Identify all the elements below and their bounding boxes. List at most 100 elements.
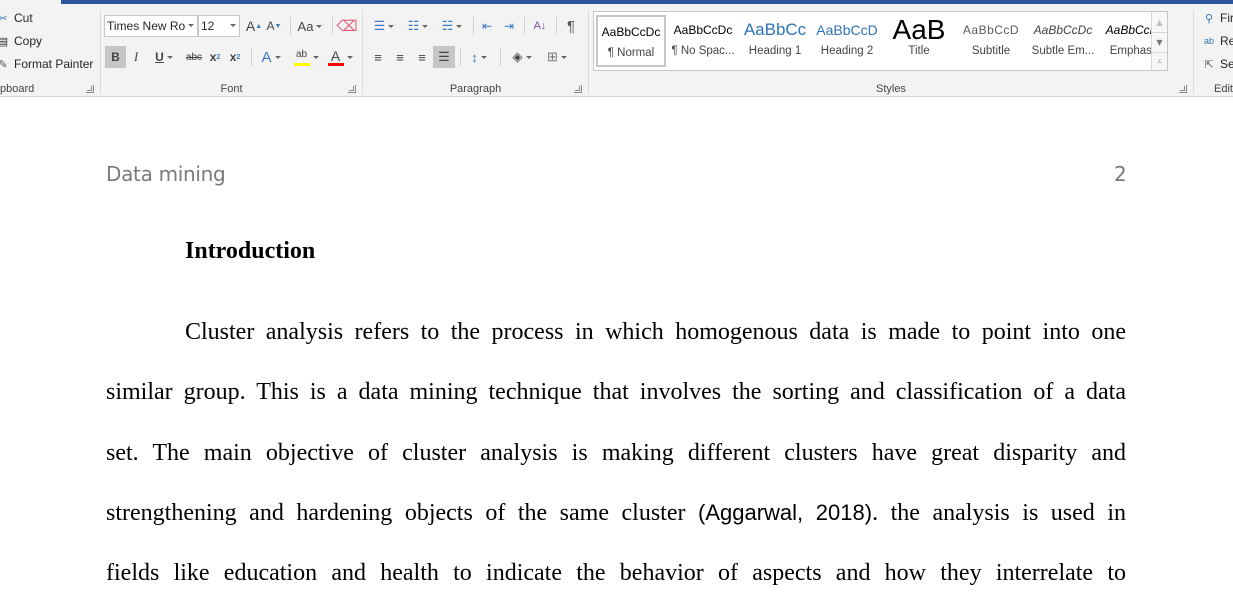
format-painter-button[interactable]: ✎ Format Painter (0, 57, 93, 71)
styles-launcher-icon[interactable] (1179, 85, 1187, 93)
decrease-indent-icon: ⇤ (481, 19, 493, 33)
italic-button[interactable]: I (128, 46, 144, 68)
copy-label: Copy (14, 34, 43, 48)
chevron-down-icon (274, 55, 281, 59)
find-button[interactable]: ⚲ Fir (1202, 11, 1233, 25)
select-label: Se (1220, 57, 1233, 71)
multilevel-list-button[interactable]: ☵ (437, 15, 467, 37)
underline-icon: U (155, 50, 164, 64)
body-text-line: fields like education and health to indi… (106, 560, 1126, 586)
chevron-down-icon (388, 24, 395, 28)
text-effects-icon: A (261, 48, 272, 66)
bold-button[interactable]: B (105, 46, 126, 68)
body-text-line-with-citation: strengthening and hardening objects of t… (106, 498, 1126, 528)
cut-button[interactable]: ✂ Cut (0, 11, 33, 25)
page-number: 2 (1114, 162, 1127, 186)
subscript-icon: x (209, 50, 217, 64)
replace-label: Re (1220, 34, 1233, 48)
chevron-down-icon (422, 24, 429, 28)
borders-button[interactable]: ⊞ (541, 46, 573, 68)
separator (556, 17, 557, 35)
body-text-line: similar group. This is a data mining tec… (106, 379, 1126, 405)
font-name-value: Times New Ro (107, 19, 186, 33)
text-effects-button[interactable]: A (257, 46, 285, 68)
line-spacing-button[interactable]: ↕ (464, 46, 494, 68)
align-center-button[interactable]: ≡ (390, 46, 410, 68)
scissors-icon: ✂ (0, 12, 8, 25)
chevron-down-icon (312, 55, 319, 59)
bullets-button[interactable]: ☰ (369, 15, 399, 37)
change-case-button[interactable]: Aa (294, 15, 326, 37)
increase-indent-icon: ⇥ (503, 19, 515, 33)
pilcrow-icon: ¶ (566, 17, 576, 35)
paragraph-launcher-icon[interactable] (574, 85, 582, 93)
highlight-button[interactable]: ab (290, 46, 322, 68)
editing-group: ⚲ Fir ab Re ⇱ Se Edit (1194, 4, 1233, 97)
body-text-line: Cluster analysis refers to the process i… (185, 319, 1126, 345)
highlighter-icon: ab (293, 49, 310, 66)
select-button[interactable]: ⇱ Se (1202, 57, 1233, 71)
justify-button[interactable]: ☰ (433, 46, 455, 68)
line-spacing-icon: ↕ (471, 49, 478, 65)
font-size-value: 12 (201, 19, 215, 33)
chevron-down-icon (346, 55, 353, 59)
align-left-button[interactable]: ≡ (368, 46, 388, 68)
copy-button[interactable]: ▤ Copy (0, 34, 42, 48)
chevron-down-icon (456, 24, 463, 28)
shrink-font-button[interactable]: A ▼ (264, 15, 284, 37)
font-color-button[interactable]: A (325, 46, 355, 68)
increase-indent-button[interactable]: ⇥ (499, 15, 519, 37)
font-group: Times New Ro 12 A ▲ A ▼ Aa ⌫ B I U abc x… (101, 4, 362, 97)
clipboard-launcher-icon[interactable] (86, 85, 94, 93)
subscript-button[interactable]: x2 (206, 46, 224, 68)
search-icon: ⚲ (1204, 12, 1214, 25)
font-launcher-icon[interactable] (348, 85, 356, 93)
sort-az-icon: A↓ (533, 20, 547, 32)
shading-button[interactable]: ◈ (506, 46, 538, 68)
separator (332, 17, 333, 35)
numbering-button[interactable]: ☷ (403, 15, 433, 37)
find-label: Fir (1220, 11, 1233, 25)
align-right-button[interactable]: ≡ (412, 46, 432, 68)
chevron-down-icon (188, 24, 194, 27)
font-group-label: Font (220, 83, 243, 95)
superscript-button[interactable]: x2 (226, 46, 244, 68)
chevron-down-icon (480, 55, 487, 59)
justify-icon: ☰ (438, 49, 450, 64)
chevron-down-icon (525, 55, 532, 59)
chevron-down-icon (166, 55, 173, 59)
separator (460, 48, 461, 66)
align-right-icon: ≡ (418, 49, 426, 65)
clear-formatting-button[interactable]: ⌫ (336, 15, 357, 37)
decrease-indent-button[interactable]: ⇤ (477, 15, 497, 37)
document-page[interactable]: Data mining 2 Introduction Cluster analy… (0, 98, 1233, 597)
copy-icon: ▤ (0, 35, 9, 48)
align-left-icon: ≡ (374, 49, 382, 65)
separator (290, 17, 291, 35)
font-name-select[interactable]: Times New Ro (104, 15, 198, 37)
font-size-select[interactable]: 12 (198, 15, 240, 37)
cut-label: Cut (14, 11, 33, 25)
numbered-list-icon: ☷ (407, 18, 420, 33)
separator (524, 17, 525, 35)
paint-bucket-icon: ◈ (512, 49, 523, 64)
section-heading: Introduction (185, 238, 316, 264)
replace-button[interactable]: ab Re (1202, 34, 1233, 48)
separator (500, 48, 501, 66)
sort-button[interactable]: A↓ (529, 15, 551, 37)
grow-font-button[interactable]: A ▲ (244, 15, 264, 37)
strikethrough-icon: abc (185, 51, 203, 63)
format-painter-label: Format Painter (14, 57, 94, 71)
body-text-segment: strengthening and hardening objects of t… (106, 500, 686, 526)
show-formatting-button[interactable]: ¶ (561, 15, 581, 37)
paragraph-group-label: Paragraph (449, 83, 502, 95)
paintbrush-icon: ✎ (0, 58, 8, 71)
cursor-arrow-icon: ⇱ (1204, 58, 1214, 71)
replace-icon: ab (1203, 36, 1214, 46)
chevron-down-icon (316, 24, 323, 28)
strikethrough-button[interactable]: abc (183, 46, 205, 68)
separator (473, 17, 474, 35)
styles-group: Styles (589, 4, 1193, 97)
multilevel-list-icon: ☵ (441, 18, 454, 33)
underline-button[interactable]: U (149, 46, 179, 68)
